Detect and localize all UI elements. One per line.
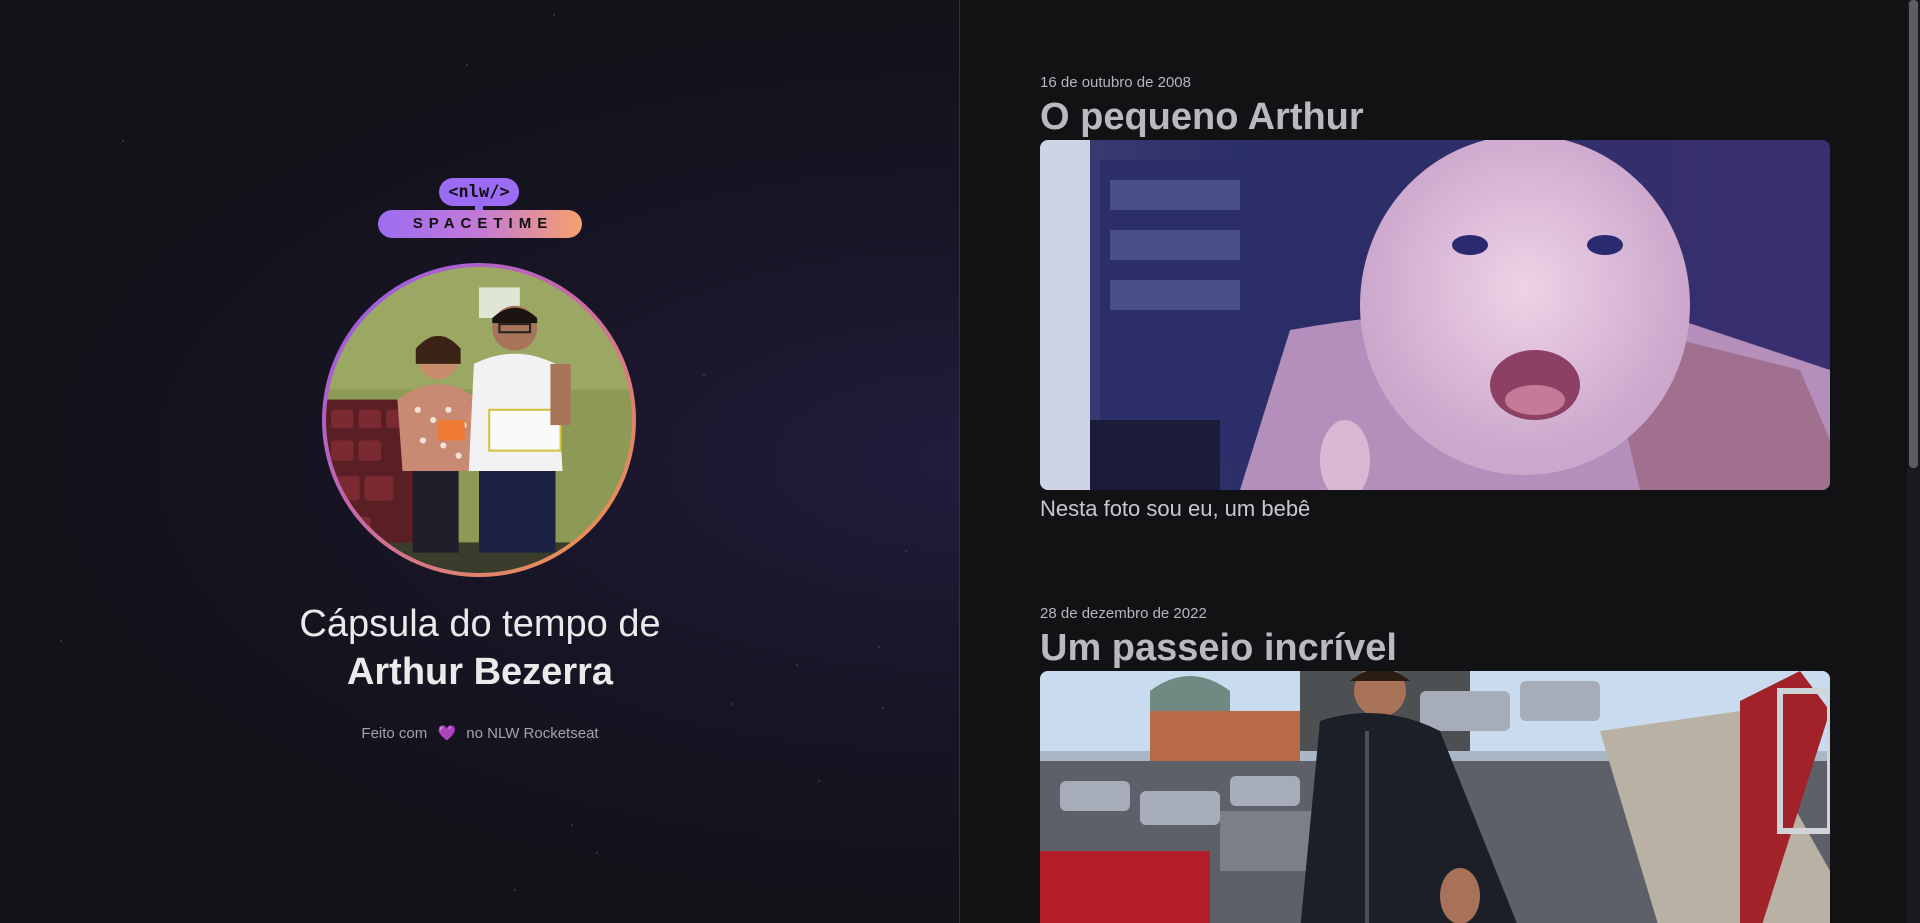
logo-nlw-text: <nlw/> [439, 178, 519, 206]
memory-photo [1040, 671, 1830, 923]
footer-text-before: Feito com [361, 725, 428, 742]
memories-feed[interactable]: 16 de outubro de 2008 O pequeno Arthur N… [960, 0, 1920, 923]
app-layout: <nlw/> SPACETIME Cápsula do tempo de Art… [0, 0, 1920, 923]
footer-credit: Feito com 💜 no NLW Rocketseat [0, 724, 959, 742]
memory-title: O pequeno Arthur [1040, 96, 1364, 138]
nlw-spacetime-logo: <nlw/> SPACETIME [378, 178, 582, 240]
footer-text-after: no NLW Rocketseat [466, 725, 599, 742]
user-name: Arthur Bezerra [346, 651, 614, 693]
logo-spacetime-text: SPACETIME [378, 210, 582, 238]
memory-caption: Nesta foto sou eu, um bebê [1040, 496, 1311, 521]
memory-date: 16 de outubro de 2008 [1040, 74, 1191, 91]
heart-icon: 💜 [437, 725, 457, 742]
capsule-title-prefix: Cápsula do tempo de [299, 603, 661, 645]
memory-card: 28 de dezembro de 2022 Um passeio incrív… [1040, 605, 1830, 923]
memory-card: 16 de outubro de 2008 O pequeno Arthur N… [1040, 74, 1830, 522]
memory-date: 28 de dezembro de 2022 [1040, 605, 1207, 622]
memory-photo [1040, 140, 1830, 490]
scrollbar[interactable] [1907, 0, 1920, 923]
avatar [322, 263, 636, 577]
memory-title: Um passeio incrível [1040, 627, 1397, 669]
capsule-title: Cápsula do tempo de Arthur Bezerra [0, 600, 959, 696]
scrollbar-thumb[interactable] [1909, 0, 1918, 468]
left-panel: <nlw/> SPACETIME Cápsula do tempo de Art… [0, 0, 960, 923]
user-photo-icon [326, 267, 632, 573]
